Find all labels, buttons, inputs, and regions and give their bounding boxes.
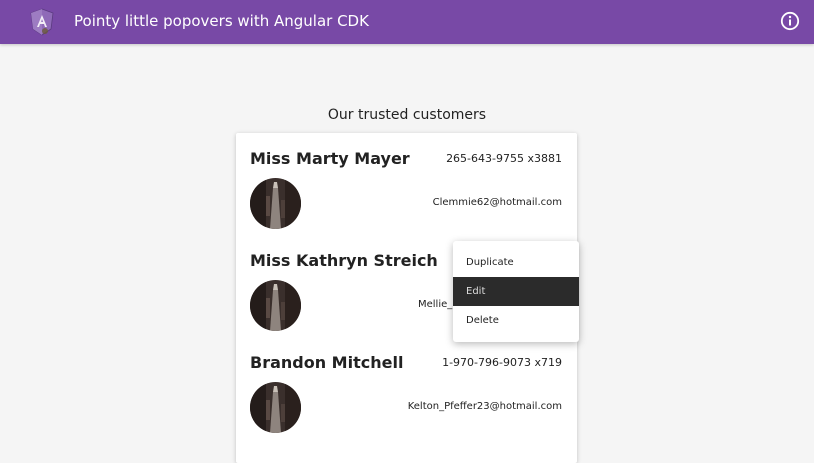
- page-heading: Our trusted customers: [327, 107, 487, 123]
- info-icon[interactable]: [780, 11, 800, 31]
- customer-phone: 1-970-796-9073 x719: [442, 356, 562, 369]
- customer-phone: 265-643-9755 x3881: [446, 152, 562, 165]
- menu-item-edit[interactable]: Edit: [453, 277, 579, 306]
- customer-name: Miss Marty Mayer: [250, 149, 410, 168]
- customer-item: Miss Marty Mayer 265-643-9755 x3881 Clem…: [236, 133, 577, 235]
- menu-item-duplicate[interactable]: Duplicate: [453, 248, 579, 277]
- avatar-photo-icon: [250, 178, 301, 229]
- context-menu: Duplicate Edit Delete: [453, 241, 579, 342]
- customer-email: Clemmie62@hotmail.com: [432, 197, 562, 208]
- customer-name: Brandon Mitchell: [250, 353, 404, 372]
- menu-item-delete[interactable]: Delete: [453, 306, 579, 335]
- customer-item: Brandon Mitchell 1-970-796-9073 x719 Kel…: [236, 337, 577, 439]
- customer-avatar[interactable]: [250, 382, 301, 433]
- angular-logo-icon: [30, 8, 54, 36]
- avatar-photo-icon: [250, 280, 301, 331]
- top-toolbar: Pointy little popovers with Angular CDK: [0, 0, 814, 44]
- customer-email: Kelton_Pfeffer23@hotmail.com: [407, 401, 562, 412]
- avatar-photo-icon: [250, 382, 301, 433]
- app-title: Pointy little popovers with Angular CDK: [74, 12, 369, 30]
- customer-name: Miss Kathryn Streich: [250, 251, 438, 270]
- customer-email: Mellie_: [418, 299, 453, 310]
- customer-avatar[interactable]: [250, 280, 301, 331]
- customer-avatar[interactable]: [250, 178, 301, 229]
